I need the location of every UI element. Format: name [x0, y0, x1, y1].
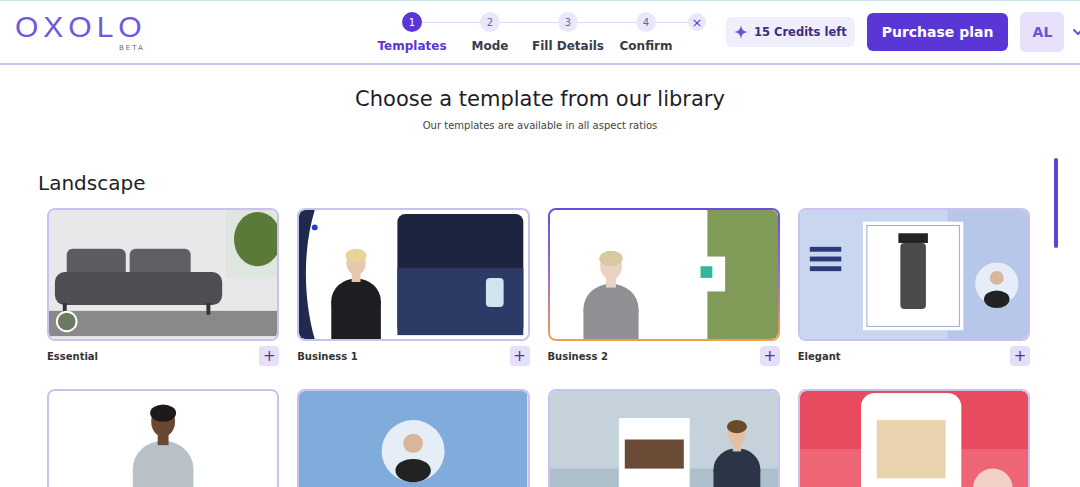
step-cell: 2 — [451, 11, 529, 33]
section-title: Landscape — [38, 170, 1030, 196]
card-footer: Business 2 + — [548, 341, 780, 371]
add-button[interactable]: + — [760, 346, 780, 366]
template-card[interactable] — [548, 389, 780, 487]
add-button[interactable]: + — [1010, 346, 1030, 366]
template-preview[interactable] — [548, 208, 780, 341]
page-title: Choose a template from our library Our te… — [0, 65, 1080, 131]
credits-badge[interactable]: 15 Credits left — [726, 17, 855, 47]
template-name: Elegant — [798, 351, 841, 362]
template-preview[interactable] — [47, 389, 279, 487]
step-number[interactable]: 1 — [402, 12, 422, 32]
card-footer: Essential + — [47, 341, 279, 371]
template-preview[interactable] — [798, 389, 1030, 487]
template-card[interactable] — [798, 389, 1030, 487]
template-preview[interactable] — [548, 389, 780, 487]
template-preview[interactable] — [297, 389, 529, 487]
step-label[interactable]: Fill Details — [529, 39, 607, 53]
step-number[interactable]: 2 — [480, 12, 500, 32]
sparkle-icon — [734, 25, 748, 39]
template-preview[interactable] — [798, 208, 1030, 341]
logo-mark: OXOLO BETA — [15, 12, 147, 52]
user-avatar[interactable]: AL — [1020, 12, 1064, 52]
template-section: LandscapeEssential+Business 1+Business 2… — [0, 170, 1080, 487]
template-card[interactable]: Business 1 + — [297, 208, 529, 389]
card-footer: Elegant + — [798, 341, 1030, 371]
stepper-grid: 1 2 3 4 × TemplatesModeFill DetailsConfirm — [373, 11, 709, 53]
heading: Choose a template from our library — [0, 85, 1080, 113]
preview-image — [550, 210, 778, 339]
logo[interactable]: OXOLO BETA — [15, 12, 373, 52]
step-label[interactable]: Templates — [373, 39, 451, 53]
step-cell: 1 — [373, 11, 451, 33]
logo-name: OXOLO — [15, 12, 147, 42]
step-spacer — [685, 33, 709, 53]
preview-image — [49, 391, 277, 487]
preview-image — [800, 391, 1028, 487]
template-preview[interactable] — [297, 208, 529, 341]
close-button[interactable]: × — [688, 13, 706, 31]
preview-image — [550, 391, 778, 487]
beta-badge: BETA — [119, 44, 145, 52]
preview-image — [800, 210, 1028, 339]
preview-image — [299, 210, 527, 339]
chevron-down-icon — [1072, 28, 1080, 36]
purchase-button[interactable]: Purchase plan — [867, 13, 1009, 51]
subheading: Our templates are available in all aspec… — [0, 120, 1080, 131]
preview-image — [299, 391, 527, 487]
step-label[interactable]: Mode — [451, 39, 529, 53]
template-name: Business 1 — [297, 351, 357, 362]
account-area: 15 Credits left Purchase plan AL — [726, 12, 1080, 52]
stepper: 1 2 3 4 × TemplatesModeFill DetailsConfirm — [373, 11, 709, 53]
template-card[interactable]: Business 2 + — [548, 208, 780, 389]
add-button[interactable]: + — [510, 346, 530, 366]
template-card[interactable]: Elegant + — [798, 208, 1030, 389]
step-number[interactable]: 3 — [558, 12, 578, 32]
top-bar: OXOLO BETA 1 2 3 4 × TemplatesModeFill DetailsC… — [0, 0, 1080, 65]
account-menu[interactable] — [1072, 28, 1080, 36]
template-name: Business 2 — [548, 351, 608, 362]
add-button[interactable]: + — [259, 346, 279, 366]
step-cell: 4 — [607, 11, 685, 33]
card-footer: Business 1 + — [297, 341, 529, 371]
template-card[interactable] — [297, 389, 529, 487]
credits-text: 15 Credits left — [754, 25, 847, 39]
template-preview[interactable] — [47, 208, 279, 341]
template-grid: Essential + Business 1 + Business 2 + Elegant + — [47, 208, 1030, 487]
template-card[interactable]: Essential + — [47, 208, 279, 389]
preview-image — [49, 210, 277, 339]
step-cell: × — [685, 11, 709, 33]
template-card[interactable] — [47, 389, 279, 487]
template-name: Essential — [47, 351, 98, 362]
step-label[interactable]: Confirm — [607, 39, 685, 53]
step-cell: 3 — [529, 11, 607, 33]
step-number[interactable]: 4 — [636, 12, 656, 32]
scrollbar-thumb[interactable] — [1054, 158, 1058, 248]
